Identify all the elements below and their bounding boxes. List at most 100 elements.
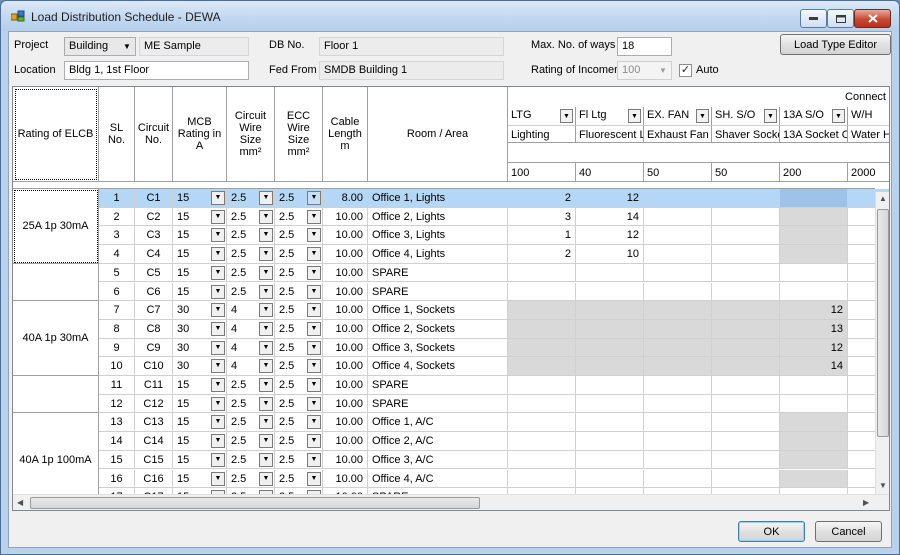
table-cell-load-3[interactable] (712, 413, 780, 433)
table-cell-load-0[interactable] (508, 319, 576, 339)
chevron-down-icon[interactable]: ▼ (307, 452, 321, 467)
table-cell-load-0[interactable] (508, 469, 576, 489)
table-cell-load-4[interactable] (780, 189, 848, 208)
table-cell-load-0[interactable]: 3 (508, 207, 576, 227)
table-cell-room[interactable]: Office 4, Lights (368, 245, 508, 264)
table-cell-load-1[interactable] (576, 394, 644, 414)
table-cell-load-1[interactable] (576, 450, 644, 470)
chevron-down-icon[interactable]: ▼ (259, 265, 273, 280)
table-cell-cable-length[interactable]: 10.00 (323, 245, 368, 264)
table-cell-load-3[interactable] (712, 245, 780, 264)
table-cell-load-1[interactable]: 14 (576, 207, 644, 227)
table-cell-load-4[interactable] (780, 432, 848, 451)
elcb-blank-1[interactable] (13, 376, 99, 414)
table-cell-load-4[interactable] (780, 263, 848, 283)
table-cell-cable-length[interactable]: 10.00 (323, 207, 368, 227)
close-button[interactable] (854, 9, 891, 28)
table-cell-ecc[interactable]: 2.5 ▼ (275, 376, 323, 395)
table-cell-circuit[interactable]: C2 (135, 207, 173, 227)
table-cell-load-1[interactable] (576, 301, 644, 320)
load-type-code-1[interactable]: Fl Ltg ▼ (576, 107, 644, 125)
table-cell-load-0[interactable] (508, 413, 576, 433)
table-cell-mcb[interactable]: 15 ▼ (173, 413, 227, 433)
table-cell-load-0[interactable] (508, 301, 576, 320)
table-cell-wire[interactable]: 2.5 ▼ (227, 469, 275, 489)
table-cell-load-3[interactable] (712, 432, 780, 451)
chevron-down-icon[interactable]: ▼ (307, 396, 321, 411)
chevron-down-icon[interactable]: ▼ (307, 471, 321, 486)
table-cell-circuit[interactable]: C8 (135, 319, 173, 339)
table-cell-load-1[interactable] (576, 319, 644, 339)
chevron-down-icon[interactable]: ▼ (259, 415, 273, 430)
table-cell-load-2[interactable] (644, 245, 712, 264)
table-cell-load-0[interactable] (508, 263, 576, 283)
table-cell-load-2[interactable] (644, 226, 712, 246)
table-cell-load-4[interactable] (780, 376, 848, 395)
table-cell-load-0[interactable]: 2 (508, 189, 576, 208)
chevron-down-icon[interactable]: ▼ (307, 209, 321, 224)
load-type-code-3[interactable]: SH. S/O ▼ (712, 107, 780, 125)
chevron-down-icon[interactable]: ▼ (259, 359, 273, 374)
table-cell-wire[interactable]: 2.5 ▼ (227, 282, 275, 302)
table-cell-cable-length[interactable]: 10.00 (323, 319, 368, 339)
table-cell-ecc[interactable]: 2.5 ▼ (275, 207, 323, 227)
table-cell-mcb[interactable]: 15 ▼ (173, 226, 227, 246)
table-cell-load-2[interactable] (644, 469, 712, 489)
table-cell-circuit[interactable]: C16 (135, 469, 173, 489)
chevron-down-icon[interactable]: ▼ (259, 434, 273, 449)
table-cell-mcb[interactable]: 30 ▼ (173, 338, 227, 358)
table-cell-cable-length[interactable]: 10.00 (323, 301, 368, 320)
table-cell-load-2[interactable] (644, 189, 712, 208)
table-cell-load-3[interactable] (712, 469, 780, 489)
table-cell-load-4[interactable]: 14 (780, 357, 848, 376)
table-cell-load-0[interactable] (508, 282, 576, 302)
table-cell-load-0[interactable] (508, 338, 576, 358)
table-cell-room[interactable]: SPARE (368, 394, 508, 414)
chevron-down-icon[interactable]: ▼ (211, 340, 225, 355)
chevron-down-icon[interactable]: ▼ (211, 415, 225, 430)
table-cell-load-2[interactable] (644, 413, 712, 433)
table-cell-load-3[interactable] (712, 263, 780, 283)
table-cell-load-1[interactable] (576, 282, 644, 302)
chevron-down-icon[interactable]: ▼ (560, 109, 573, 123)
table-cell-load-1[interactable]: 12 (576, 189, 644, 208)
table-cell-mcb[interactable]: 30 ▼ (173, 301, 227, 320)
table-cell-sl[interactable]: 8 (99, 319, 135, 339)
table-cell-room[interactable]: Office 1, Lights (368, 189, 508, 208)
header-circuit-no[interactable]: Circuit No. (135, 87, 173, 182)
table-cell-cable-length[interactable]: 10.00 (323, 376, 368, 395)
table-cell-wire[interactable]: 2.5 ▼ (227, 189, 275, 208)
table-cell-cable-length[interactable]: 10.00 (323, 432, 368, 451)
table-cell-wire[interactable]: 2.5 ▼ (227, 376, 275, 395)
table-cell-sl[interactable]: 15 (99, 450, 135, 470)
table-cell-cable-length[interactable]: 10.00 (323, 357, 368, 376)
elcb-group-0[interactable]: 25A 1p 30mA (13, 189, 99, 264)
load-type-code-0[interactable]: LTG ▼ (508, 107, 576, 125)
table-cell-load-3[interactable] (712, 357, 780, 376)
table-cell-mcb[interactable]: 15 ▼ (173, 245, 227, 264)
table-cell-sl[interactable]: 6 (99, 282, 135, 302)
table-cell-wire[interactable]: 2.5 ▼ (227, 450, 275, 470)
chevron-down-icon[interactable]: ▼ (696, 109, 709, 123)
table-cell-load-2[interactable] (644, 450, 712, 470)
chevron-down-icon[interactable]: ▼ (628, 109, 641, 123)
load-type-code-2[interactable]: EX. FAN ▼ (644, 107, 712, 125)
table-cell-ecc[interactable]: 2.5 ▼ (275, 282, 323, 302)
table-cell-room[interactable]: Office 4, Sockets (368, 357, 508, 376)
table-cell-load-2[interactable] (644, 432, 712, 451)
chevron-down-icon[interactable]: ▼ (211, 321, 225, 336)
table-cell-mcb[interactable]: 15 ▼ (173, 282, 227, 302)
table-cell-sl[interactable]: 11 (99, 376, 135, 395)
load-type-code-4[interactable]: 13A S/O ▼ (780, 107, 848, 125)
table-cell-circuit[interactable]: C11 (135, 376, 173, 395)
table-cell-load-3[interactable] (712, 189, 780, 208)
table-cell-room[interactable]: Office 2, Lights (368, 207, 508, 227)
table-cell-load-1[interactable] (576, 263, 644, 283)
table-cell-load-4[interactable]: 13 (780, 319, 848, 339)
table-cell-load-0[interactable]: 2 (508, 245, 576, 264)
table-cell-cable-length[interactable]: 10.00 (323, 338, 368, 358)
chevron-down-icon[interactable]: ▼ (259, 303, 273, 318)
table-cell-load-0[interactable] (508, 432, 576, 451)
chevron-down-icon[interactable]: ▼ (211, 265, 225, 280)
table-cell-mcb[interactable]: 15 ▼ (173, 394, 227, 414)
